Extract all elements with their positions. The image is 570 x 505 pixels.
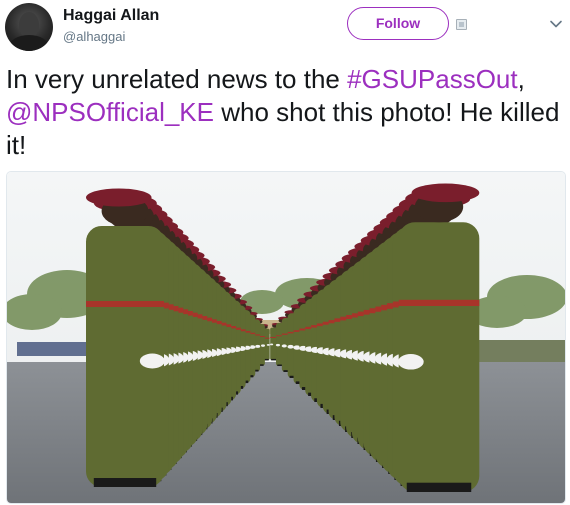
tweet-photo[interactable] (6, 171, 566, 504)
author-handle[interactable]: @alhaggai (63, 29, 125, 44)
author-display-name[interactable]: Haggai Allan (63, 7, 159, 25)
tweet-text-part: In very unrelated news to the (6, 64, 348, 94)
chevron-down-icon[interactable] (549, 17, 563, 31)
user-avatar[interactable] (5, 3, 53, 51)
mention-link[interactable]: @NPSOfficial_KE (6, 97, 214, 127)
photo-soldiers-parade (7, 172, 565, 503)
tweet-text: In very unrelated news to the #GSUPassOu… (6, 63, 562, 162)
photo-soldier (86, 188, 165, 487)
hashtag-link[interactable]: #GSUPassOut (347, 64, 518, 94)
tweet-text-part: , (517, 64, 525, 94)
image-placeholder-icon (456, 19, 467, 30)
follow-button[interactable]: Follow (347, 7, 449, 40)
avatar-shoulders (9, 35, 49, 51)
photo-soldier (397, 183, 480, 493)
